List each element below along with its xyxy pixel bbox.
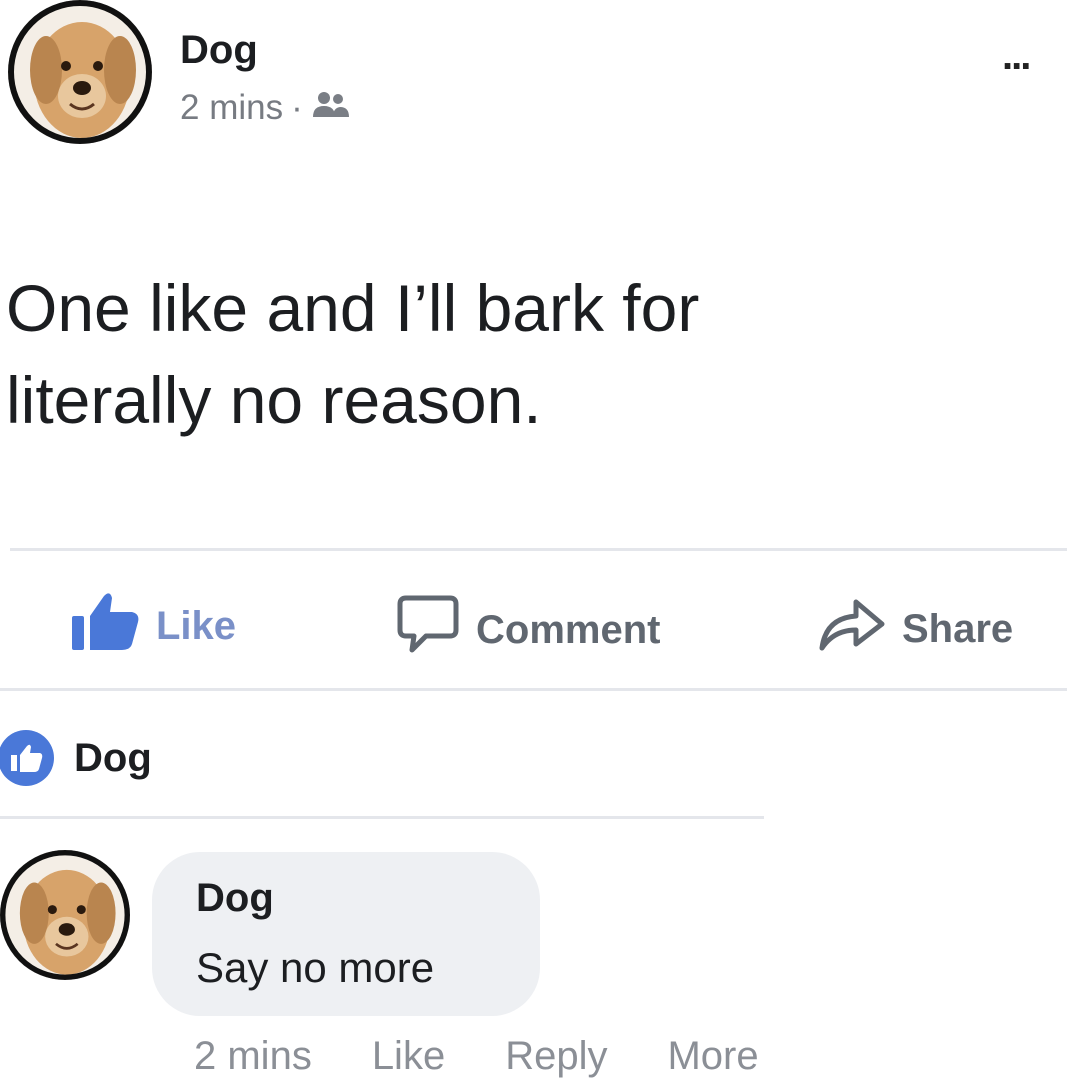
- post-author-avatar[interactable]: [8, 0, 152, 144]
- comment-more-link[interactable]: More: [667, 1034, 758, 1079]
- like-label: Like: [156, 603, 237, 648]
- comment-icon: [396, 594, 460, 666]
- post-text: One like and I’ll bark for literally no …: [6, 271, 700, 437]
- liker-name[interactable]: Dog: [74, 736, 152, 781]
- comment-text: Say no more: [196, 944, 435, 991]
- dog-photo-icon: [8, 0, 152, 144]
- comment-reply-link[interactable]: Reply: [505, 1034, 607, 1079]
- meta-separator: ·: [291, 88, 303, 127]
- post-timestamp[interactable]: 2 mins: [180, 88, 283, 128]
- share-button[interactable]: Share: [818, 596, 1013, 662]
- post-options-button[interactable]: ...: [1002, 36, 1031, 76]
- share-arrow-icon: [818, 596, 886, 662]
- comment-author-avatar[interactable]: [0, 850, 130, 980]
- comment-button[interactable]: Comment: [396, 594, 660, 666]
- comment-author-name[interactable]: Dog: [196, 876, 274, 921]
- divider-top: [10, 548, 1067, 551]
- friends-icon[interactable]: [311, 88, 351, 128]
- thumbs-up-badge-icon: [0, 730, 54, 786]
- divider-likes: [0, 816, 764, 819]
- likes-summary[interactable]: Dog: [0, 730, 152, 786]
- comment-actions: 2 mins Like Reply More: [194, 1034, 759, 1079]
- comment-label: Comment: [476, 607, 661, 652]
- divider-bottom: [0, 688, 1067, 691]
- comment-like-link[interactable]: Like: [372, 1034, 445, 1079]
- post-meta: 2 mins ·: [180, 88, 351, 128]
- like-button[interactable]: Like: [70, 590, 236, 662]
- share-label: Share: [902, 606, 1014, 651]
- comment-timestamp[interactable]: 2 mins: [194, 1034, 312, 1079]
- dog-photo-icon: [0, 850, 130, 980]
- post-author-name[interactable]: Dog: [180, 28, 258, 73]
- thumbs-up-icon: [70, 590, 140, 662]
